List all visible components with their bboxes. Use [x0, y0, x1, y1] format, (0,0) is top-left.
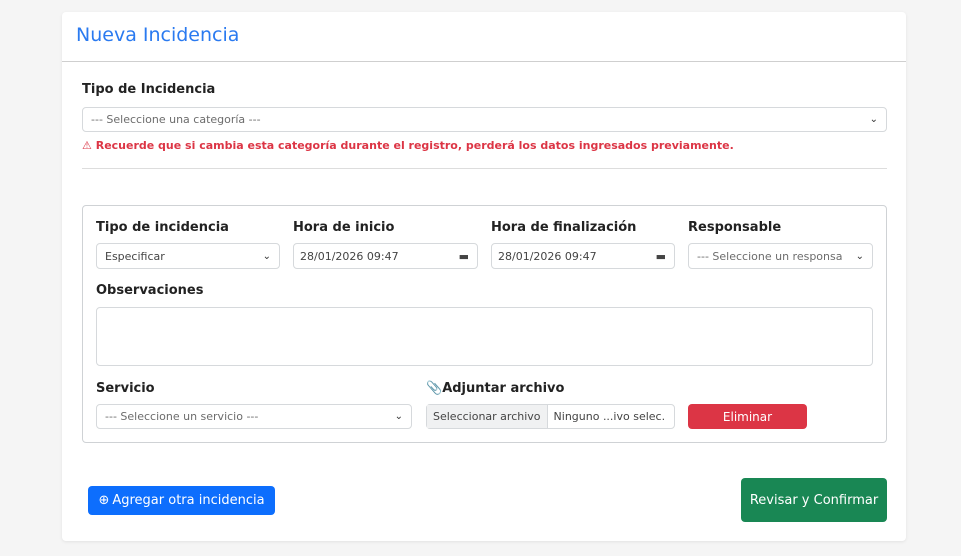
page-title: Nueva Incidencia [76, 24, 240, 46]
start-time-input[interactable]: 28/01/2026 09:47 ▬ [293, 243, 478, 269]
service-placeholder: --- Seleccione un servicio --- [105, 410, 259, 423]
chevron-down-icon: ⌄ [262, 250, 271, 262]
notes-textarea[interactable] [96, 307, 873, 366]
type-select[interactable]: Especificar ⌄ [96, 243, 280, 269]
file-status: Ninguno ...ivo selec. [553, 410, 666, 423]
category-placeholder: --- Seleccione una categoría --- [91, 113, 261, 126]
service-select[interactable]: --- Seleccione un servicio --- ⌄ [96, 404, 412, 429]
delete-button[interactable]: Eliminar [688, 404, 807, 429]
calendar-icon[interactable]: ▬ [656, 250, 666, 263]
incident-form-card: Nueva Incidencia Tipo de Incidencia --- … [62, 12, 906, 541]
attach-label: 📎Adjuntar archivo [426, 381, 564, 396]
category-label: Tipo de Incidencia [82, 82, 216, 97]
chevron-down-icon: ⌄ [855, 250, 864, 262]
service-label: Servicio [96, 381, 155, 396]
owner-label: Responsable [688, 220, 782, 235]
owner-placeholder: --- Seleccione un responsa [697, 249, 843, 263]
end-time-input[interactable]: 28/01/2026 09:47 ▬ [491, 243, 675, 269]
incident-entry: Tipo de incidencia Especificar ⌄ Hora de … [82, 205, 887, 443]
category-warning: ⚠ Recuerde que si cambia esta categoría … [82, 139, 734, 152]
start-label: Hora de inicio [293, 220, 395, 235]
paperclip-icon: 📎 [426, 381, 443, 396]
chevron-down-icon: ⌄ [869, 114, 878, 125]
file-input[interactable]: Seleccionar archivo Ninguno ...ivo selec… [426, 404, 675, 429]
chevron-down-icon: ⌄ [394, 411, 403, 422]
add-incident-button[interactable]: ⊕ Agregar otra incidencia [88, 486, 275, 515]
type-value: Especificar [105, 249, 165, 263]
review-confirm-button[interactable]: Revisar y Confirmar [741, 478, 887, 522]
header-divider [62, 61, 906, 62]
end-label: Hora de finalización [491, 220, 637, 235]
divider [82, 168, 887, 169]
start-value: 28/01/2026 09:47 [300, 249, 399, 263]
owner-select[interactable]: --- Seleccione un responsa ⌄ [688, 243, 873, 269]
attach-label-text: Adjuntar archivo [442, 381, 565, 396]
warning-text: Recuerde que si cambia esta categoría du… [95, 139, 734, 152]
end-value: 28/01/2026 09:47 [498, 249, 597, 263]
category-select[interactable]: --- Seleccione una categoría --- ⌄ [82, 107, 887, 132]
choose-file-button[interactable]: Seleccionar archivo [427, 405, 548, 428]
type-label: Tipo de incidencia [96, 220, 229, 235]
notes-label: Observaciones [96, 283, 204, 298]
warning-icon: ⚠ [82, 139, 92, 152]
add-incident-label: Agregar otra incidencia [112, 493, 265, 508]
plus-circle-icon: ⊕ [98, 493, 110, 508]
calendar-icon[interactable]: ▬ [459, 250, 469, 263]
